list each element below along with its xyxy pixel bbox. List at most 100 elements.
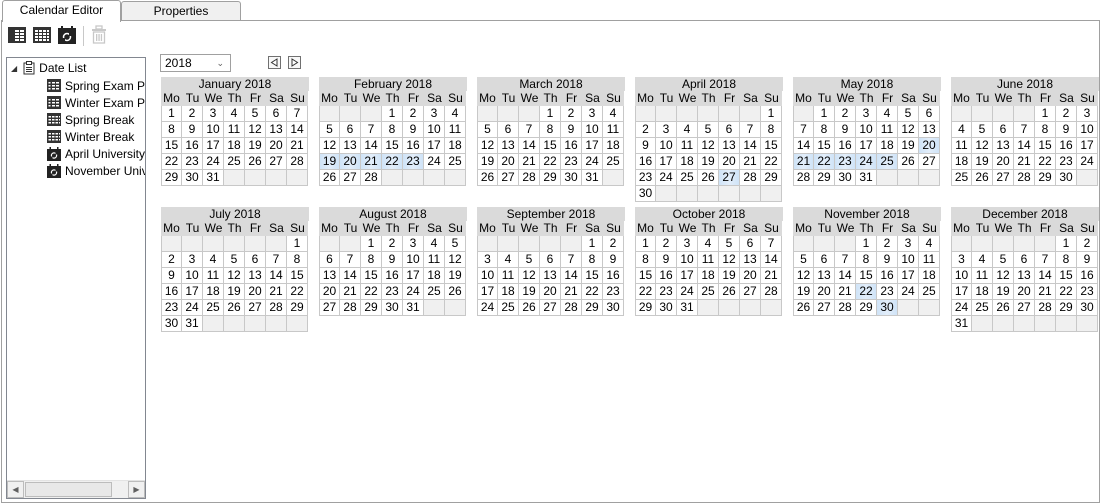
- day-cell[interactable]: 31: [182, 316, 203, 332]
- day-cell[interactable]: 19: [972, 154, 993, 170]
- day-cell[interactable]: 21: [361, 154, 382, 170]
- day-cell[interactable]: 15: [1035, 138, 1056, 154]
- day-cell[interactable]: 25: [698, 284, 719, 300]
- tree-root-date-list[interactable]: ◢ Date List: [11, 60, 87, 76]
- day-cell[interactable]: 18: [951, 154, 972, 170]
- horizontal-scrollbar[interactable]: ◀ ▶: [7, 480, 145, 498]
- day-cell[interactable]: 10: [403, 252, 424, 268]
- day-cell[interactable]: 24: [898, 284, 919, 300]
- day-cell[interactable]: 22: [761, 154, 782, 170]
- day-cell[interactable]: 13: [340, 138, 361, 154]
- day-cell[interactable]: 3: [656, 122, 677, 138]
- day-cell[interactable]: 6: [498, 122, 519, 138]
- day-cell[interactable]: 26: [245, 154, 266, 170]
- day-cell[interactable]: 24: [582, 154, 603, 170]
- day-cell[interactable]: 24: [677, 284, 698, 300]
- day-cell[interactable]: 13: [919, 122, 940, 138]
- day-cell[interactable]: 15: [761, 138, 782, 154]
- day-cell[interactable]: 20: [1014, 284, 1035, 300]
- day-cell[interactable]: 21: [287, 138, 308, 154]
- day-cell[interactable]: 26: [224, 300, 245, 316]
- day-cell[interactable]: 21: [835, 284, 856, 300]
- day-cell[interactable]: 9: [1056, 122, 1077, 138]
- day-cell[interactable]: 29: [582, 300, 603, 316]
- day-cell[interactable]: 29: [361, 300, 382, 316]
- day-cell[interactable]: 18: [224, 138, 245, 154]
- day-cell[interactable]: 8: [635, 252, 656, 268]
- day-cell[interactable]: 8: [1056, 252, 1077, 268]
- day-cell[interactable]: 9: [603, 252, 624, 268]
- day-cell[interactable]: 14: [793, 138, 814, 154]
- day-cell[interactable]: 16: [382, 268, 403, 284]
- day-cell[interactable]: 16: [877, 268, 898, 284]
- day-cell[interactable]: 24: [424, 154, 445, 170]
- day-cell[interactable]: 2: [1056, 106, 1077, 122]
- day-cell[interactable]: 7: [561, 252, 582, 268]
- day-cell[interactable]: 31: [856, 170, 877, 186]
- day-cell[interactable]: 26: [719, 284, 740, 300]
- day-cell[interactable]: 5: [319, 122, 340, 138]
- day-cell[interactable]: 30: [635, 186, 656, 202]
- day-cell[interactable]: 29: [856, 300, 877, 316]
- day-cell[interactable]: 23: [161, 300, 182, 316]
- day-cell[interactable]: 2: [182, 106, 203, 122]
- day-cell[interactable]: 25: [972, 300, 993, 316]
- tab-properties[interactable]: Properties: [121, 1, 241, 21]
- day-cell[interactable]: 6: [814, 252, 835, 268]
- day-cell[interactable]: 19: [793, 284, 814, 300]
- day-cell[interactable]: 30: [877, 300, 898, 316]
- day-cell[interactable]: 7: [1035, 252, 1056, 268]
- day-cell[interactable]: 9: [161, 268, 182, 284]
- day-cell[interactable]: 8: [856, 252, 877, 268]
- day-cell[interactable]: 7: [266, 252, 287, 268]
- day-cell[interactable]: 4: [603, 106, 624, 122]
- day-cell[interactable]: 7: [340, 252, 361, 268]
- day-cell[interactable]: 25: [445, 154, 466, 170]
- day-cell[interactable]: 24: [182, 300, 203, 316]
- day-cell[interactable]: 29: [287, 300, 308, 316]
- day-cell[interactable]: 3: [677, 236, 698, 252]
- day-cell[interactable]: 17: [951, 284, 972, 300]
- day-cell[interactable]: 29: [161, 170, 182, 186]
- day-cell[interactable]: 9: [561, 122, 582, 138]
- day-cell[interactable]: 11: [203, 268, 224, 284]
- day-cell[interactable]: 28: [835, 300, 856, 316]
- day-cell[interactable]: 1: [1056, 236, 1077, 252]
- day-cell[interactable]: 18: [877, 138, 898, 154]
- day-cell[interactable]: 5: [898, 106, 919, 122]
- day-cell[interactable]: 25: [224, 154, 245, 170]
- day-cell[interactable]: 6: [719, 122, 740, 138]
- day-cell[interactable]: 3: [582, 106, 603, 122]
- day-cell[interactable]: 17: [182, 284, 203, 300]
- day-cell[interactable]: 18: [498, 284, 519, 300]
- day-cell[interactable]: 6: [919, 106, 940, 122]
- day-cell[interactable]: 3: [856, 106, 877, 122]
- day-cell[interactable]: 27: [266, 154, 287, 170]
- day-cell[interactable]: 2: [161, 252, 182, 268]
- day-cell[interactable]: 29: [635, 300, 656, 316]
- previous-year-button[interactable]: [268, 56, 281, 69]
- day-cell[interactable]: 5: [477, 122, 498, 138]
- day-cell[interactable]: 31: [582, 170, 603, 186]
- day-cell[interactable]: 28: [361, 170, 382, 186]
- day-cell[interactable]: 3: [477, 252, 498, 268]
- day-cell[interactable]: 11: [424, 252, 445, 268]
- day-cell[interactable]: 12: [719, 252, 740, 268]
- day-cell[interactable]: 7: [761, 236, 782, 252]
- day-cell[interactable]: 22: [361, 284, 382, 300]
- day-cell[interactable]: 23: [561, 154, 582, 170]
- day-cell[interactable]: 16: [403, 138, 424, 154]
- day-cell[interactable]: 19: [698, 154, 719, 170]
- day-cell[interactable]: 24: [1077, 154, 1098, 170]
- day-cell[interactable]: 29: [540, 170, 561, 186]
- day-cell[interactable]: 28: [761, 284, 782, 300]
- day-cell[interactable]: 18: [698, 268, 719, 284]
- scrollbar-thumb[interactable]: [25, 482, 112, 497]
- day-cell[interactable]: 21: [340, 284, 361, 300]
- day-cell[interactable]: 4: [972, 252, 993, 268]
- day-cell[interactable]: 20: [540, 284, 561, 300]
- day-cell[interactable]: 12: [898, 122, 919, 138]
- day-cell[interactable]: 13: [814, 268, 835, 284]
- day-cell[interactable]: 8: [540, 122, 561, 138]
- day-cell[interactable]: 13: [1014, 268, 1035, 284]
